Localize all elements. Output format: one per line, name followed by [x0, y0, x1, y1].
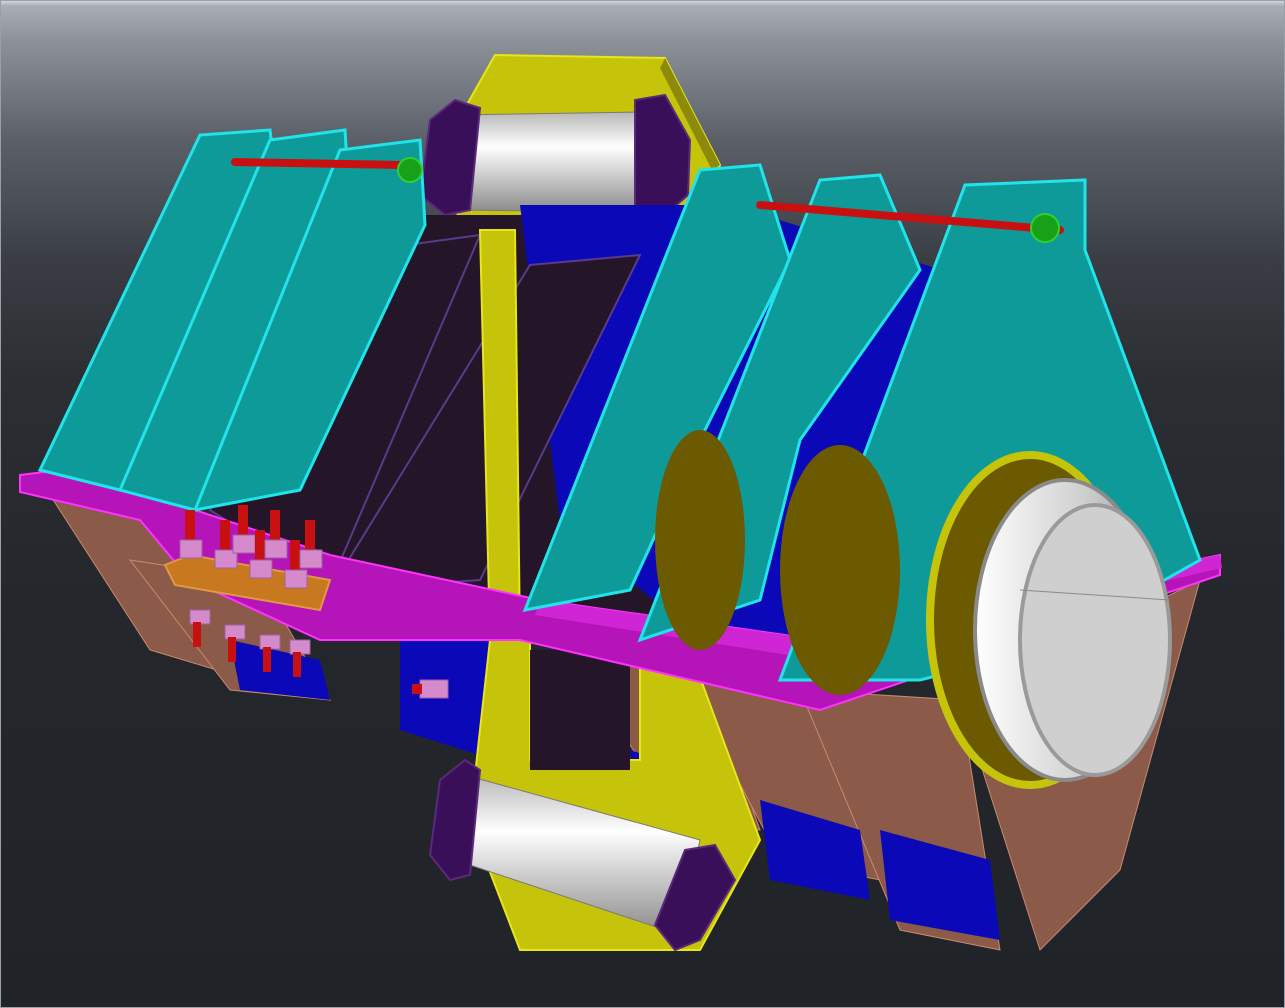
bolt	[228, 637, 236, 662]
cad-model-render[interactable]	[0, 0, 1285, 1008]
pin-washer	[397, 157, 423, 183]
nut	[259, 634, 281, 650]
bolt	[193, 622, 201, 647]
nut	[284, 569, 308, 589]
nut	[232, 534, 256, 554]
nut	[249, 559, 273, 579]
pipe-cap-left	[418, 98, 482, 217]
nut	[289, 639, 311, 655]
trunnion-pipe-top[interactable]	[418, 93, 692, 217]
nut	[189, 609, 211, 625]
bolt	[263, 647, 271, 672]
nut	[419, 679, 449, 699]
nut	[224, 624, 246, 640]
nut	[264, 539, 288, 559]
lug-pin	[231, 158, 404, 169]
nut	[299, 549, 323, 569]
bolt	[293, 652, 301, 677]
cad-3d-viewport[interactable]	[0, 0, 1285, 1008]
nut	[179, 539, 203, 559]
bolt	[412, 684, 422, 694]
pin-washer	[1030, 213, 1060, 243]
